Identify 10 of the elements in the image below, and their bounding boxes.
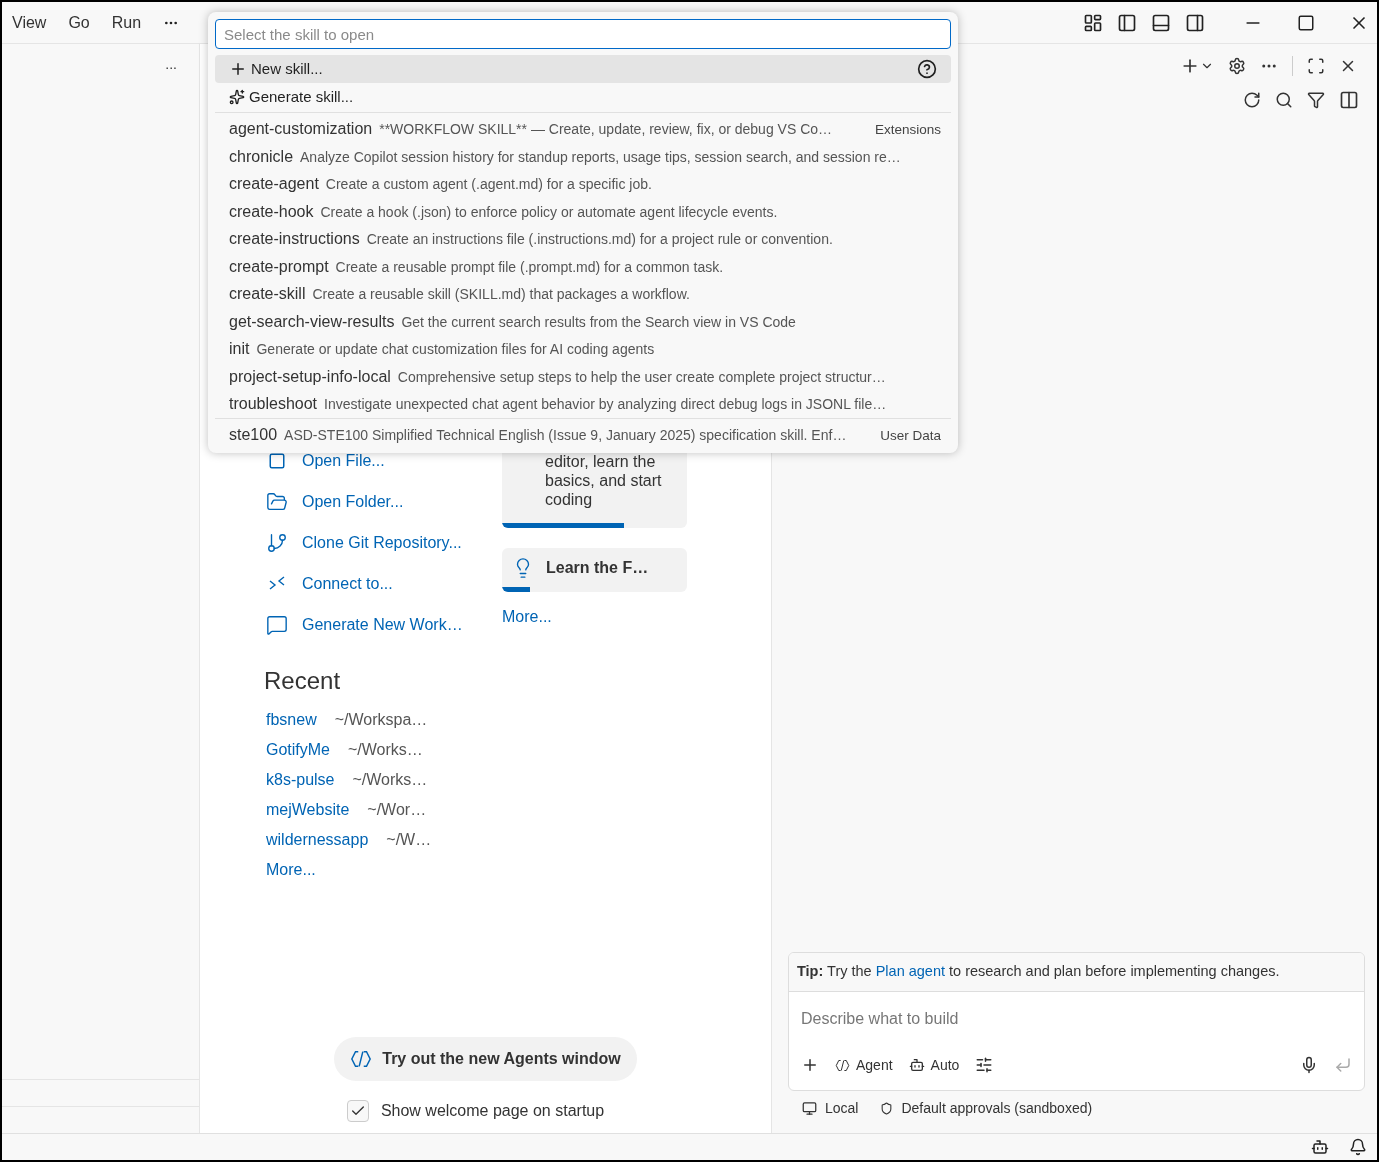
recent-heading: Recent xyxy=(264,666,342,696)
folder-path: ~/W… xyxy=(386,830,432,850)
checkbox-label: Show welcome page on startup xyxy=(380,1101,605,1121)
tip-text: Tip: Try the Plan agent to research and plan before implementing changes. xyxy=(789,953,1364,992)
folder-path: ~/Works… xyxy=(352,770,428,790)
walkthrough-title: Learn the F… xyxy=(546,557,649,578)
walkthrough-description: editor, learn the basics, and start coding xyxy=(544,452,663,510)
folder-path: ~/Workspa… xyxy=(334,710,428,730)
folder-path: ~/Wor… xyxy=(367,800,427,820)
folder-path: ~/Works… xyxy=(348,740,423,760)
